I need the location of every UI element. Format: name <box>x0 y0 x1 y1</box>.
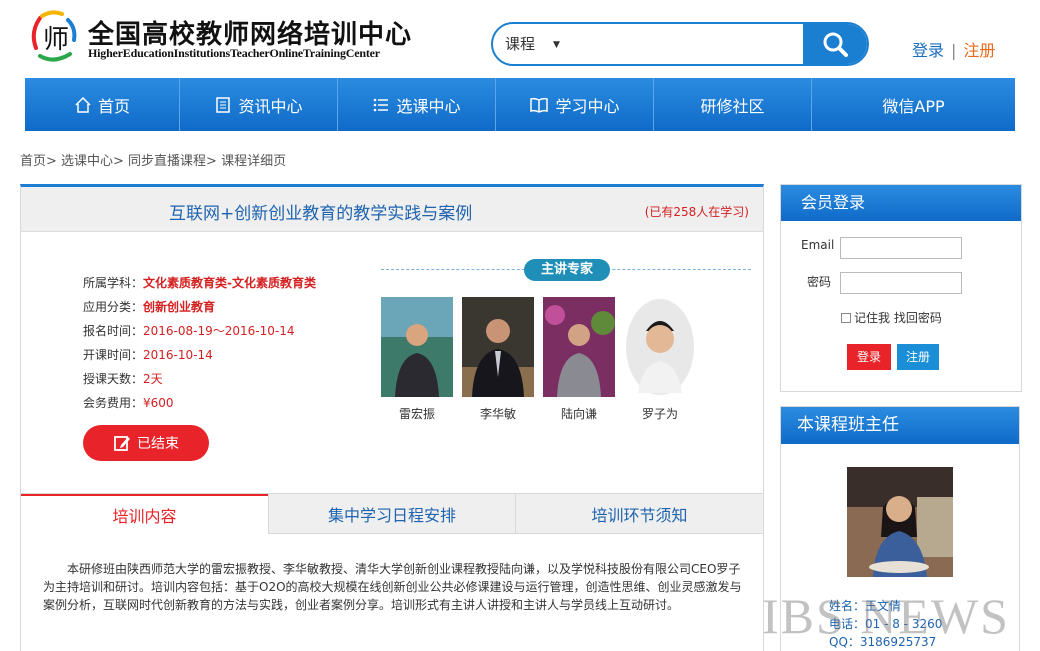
auth-links: 登录 | 注册 <box>912 37 995 61</box>
expert-photo <box>462 297 534 397</box>
nav-item-home[interactable]: 首页 <box>25 78 180 131</box>
info-row-start-time: 开课时间：2016-10-14 <box>83 348 213 362</box>
info-row-signup-time: 报名时间：2016-08-19～2016-10-14 <box>83 324 295 338</box>
course-header: 互联网+创新创业教育的教学实践与案例 (已有258人在学习) <box>21 187 763 232</box>
nav-item-community[interactable]: 研修社区 <box>654 78 812 131</box>
password-label: 密码 <box>807 275 832 289</box>
search-category-select[interactable]: 课程 ▼ <box>505 24 560 64</box>
remember-label: 记住我 <box>854 311 891 325</box>
nav-item-news[interactable]: 资讯中心 <box>180 78 338 131</box>
logo-english-text: HigherEducationInstitutionsTeacherOnline… <box>88 46 380 60</box>
class-teacher-title: 本课程班主任 <box>781 407 1019 444</box>
list-icon <box>374 98 389 111</box>
nav-item-learning[interactable]: 学习中心 <box>496 78 654 131</box>
tab-notice[interactable]: 培训环节须知 <box>515 494 763 534</box>
password-field[interactable] <box>840 272 962 294</box>
home-icon <box>75 96 91 113</box>
login-button[interactable]: 登录 <box>847 344 891 370</box>
teacher-photo <box>847 467 953 577</box>
watermark-text: IBS NEWS <box>762 588 1010 644</box>
experts-title: 主讲专家 <box>524 259 610 281</box>
forgot-password-link[interactable]: 找回密码 <box>894 311 942 325</box>
remember-checkbox[interactable] <box>841 313 851 323</box>
course-description: 本研修班由陕西师范大学的雷宏振教授、李华敏教授、清华大学创新创业课程教授陆向谦，… <box>43 562 742 612</box>
site-logo[interactable]: 师 全国高校教师网络培训中心 HigherEducationInstitutio… <box>28 8 438 68</box>
remember-row: 记住我 找回密码 <box>841 309 942 326</box>
info-row-subject: 所属学科：文化素质教育类-文化素质教育类 <box>83 276 316 290</box>
register-link[interactable]: 注册 <box>963 41 995 60</box>
nav-item-wechat-app[interactable]: 微信APP <box>812 78 1015 131</box>
search-button[interactable] <box>803 24 867 64</box>
search-bar: 课程 ▼ <box>491 22 869 66</box>
learner-count: (已有258人在学习) <box>644 205 749 219</box>
course-detail-panel: 互联网+创新创业教育的教学实践与案例 (已有258人在学习) 所属学科：文化素质… <box>20 184 764 651</box>
svg-text:师: 师 <box>43 25 69 55</box>
expert-card[interactable]: 雷宏振 <box>381 297 453 422</box>
nav-item-courses[interactable]: 选课中心 <box>338 78 496 131</box>
auth-separator: | <box>951 41 957 60</box>
login-link[interactable]: 登录 <box>912 41 944 60</box>
main-nav: 首页 资讯中心 选课中心 学习中心 研修社区 微信APP <box>25 78 1015 131</box>
breadcrumb[interactable]: 首页> 选课中心> 同步直播课程> 课程详细页 <box>20 150 286 169</box>
search-input[interactable] <box>593 28 793 60</box>
info-row-days: 授课天数：2天 <box>83 372 163 386</box>
expert-photo <box>624 297 696 397</box>
expert-card[interactable]: 陆向谦 <box>543 297 615 422</box>
email-field[interactable] <box>840 237 962 259</box>
logo-mark-icon: 师 <box>31 10 77 62</box>
search-icon <box>823 32 848 57</box>
info-row-fee: 会务费用：¥600 <box>83 396 174 410</box>
register-button[interactable]: 注册 <box>897 344 939 370</box>
tab-schedule[interactable]: 集中学习日程安排 <box>268 494 515 534</box>
news-icon <box>216 96 231 113</box>
edit-icon <box>114 436 130 451</box>
course-ended-button[interactable]: 已结束 <box>83 425 209 461</box>
member-login-title: 会员登录 <box>781 185 1021 221</box>
tab-training-content[interactable]: 培训内容 <box>21 494 268 534</box>
member-login-panel: 会员登录 Email 密码 记住我 找回密码 登录 注册 <box>780 184 1022 392</box>
caret-down-icon: ▼ <box>553 40 560 50</box>
course-title: 互联网+创新创业教育的教学实践与案例 <box>169 204 473 224</box>
info-row-category: 应用分类：创新创业教育 <box>83 300 216 314</box>
email-label: Email <box>801 238 835 252</box>
site-header: 师 全国高校教师网络培训中心 HigherEducationInstitutio… <box>0 0 1040 78</box>
course-info-list: 所属学科：文化素质教育类-文化素质教育类 应用分类：创新创业教育 报名时间：20… <box>83 271 316 415</box>
book-icon <box>530 97 549 113</box>
expert-photo <box>543 297 615 397</box>
expert-card[interactable]: 罗子为 <box>624 297 696 422</box>
expert-card[interactable]: 李华敏 <box>462 297 534 422</box>
course-tabs: 培训内容 集中学习日程安排 培训环节须知 <box>21 493 763 534</box>
expert-photo <box>381 297 453 397</box>
